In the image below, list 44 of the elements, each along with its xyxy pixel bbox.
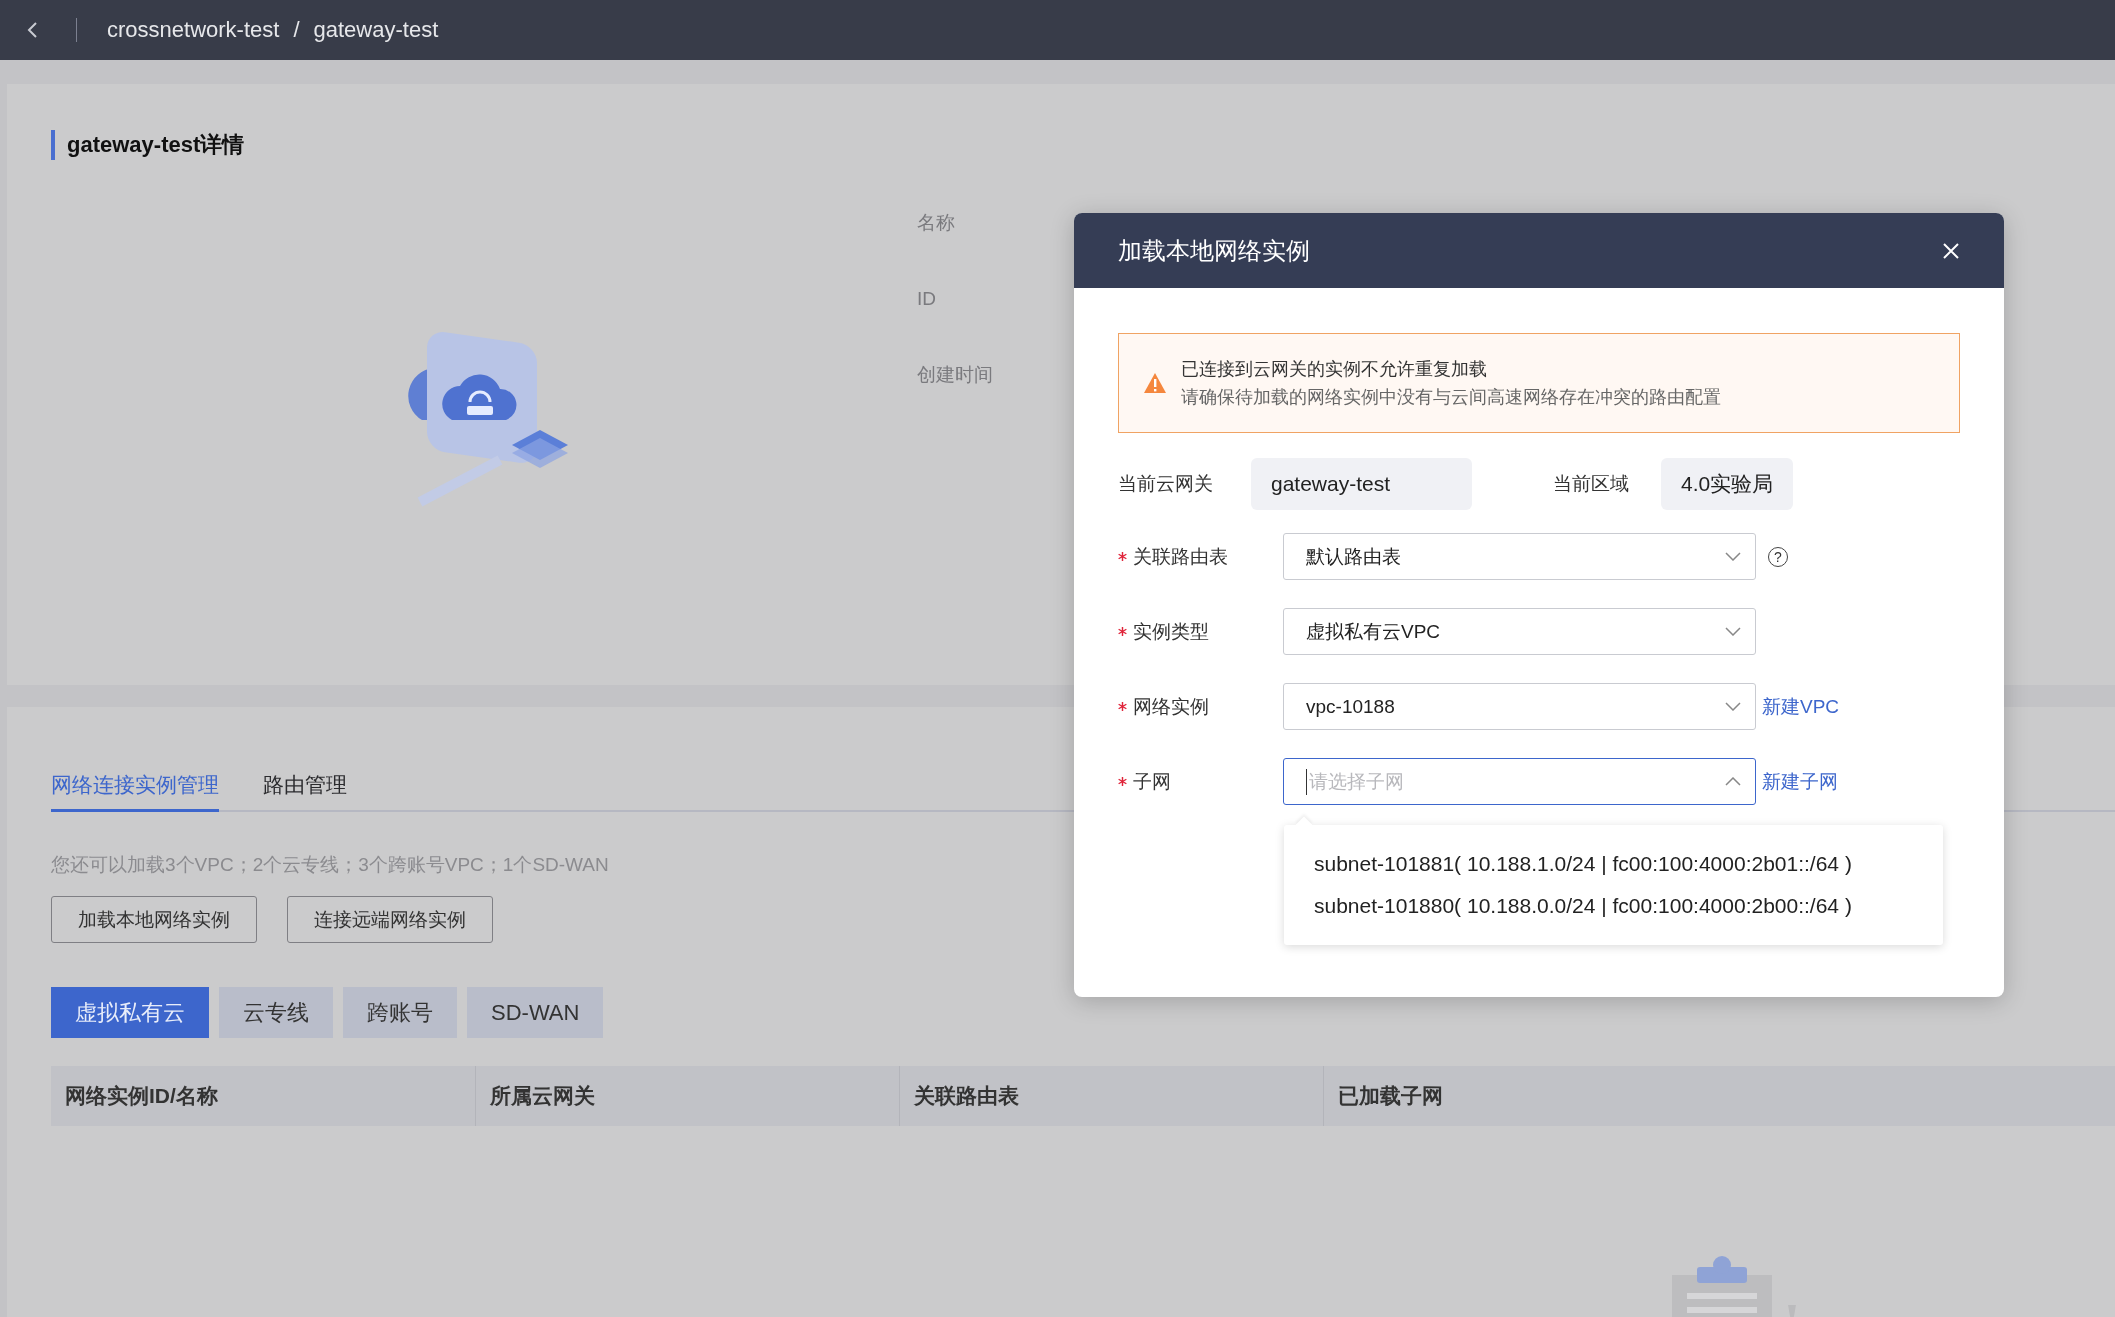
column-header: 网络实例ID/名称: [65, 1083, 218, 1109]
form-label: 关联路由表: [1133, 544, 1228, 569]
action-button[interactable]: 连接远端网络实例: [287, 896, 493, 943]
select-field[interactable]: vpc-10188: [1283, 683, 1756, 730]
alert-text: 已连接到云网关的实例不允许重复加载: [1181, 358, 1488, 381]
chevron-down-icon: [1725, 552, 1741, 561]
form-label: 网络实例: [1133, 694, 1209, 719]
form-label: 子网: [1133, 769, 1171, 794]
breadcrumb-item[interactable]: gateway-test: [313, 17, 439, 43]
form-label: 实例类型: [1133, 619, 1209, 644]
type-tab[interactable]: 云专线: [219, 987, 333, 1038]
breadcrumb-item[interactable]: crossnetwork-test: [107, 17, 280, 43]
chevron-down-icon: [1725, 702, 1741, 711]
create-link[interactable]: 新建VPC: [1762, 693, 1840, 720]
column-header: 所属云网关: [490, 1083, 595, 1109]
column-header: 已加载子网: [1338, 1083, 1443, 1109]
tab[interactable]: 路由管理: [263, 763, 347, 812]
type-tab[interactable]: SD-WAN: [467, 987, 604, 1038]
dropdown-option[interactable]: subnet-101880( 10.188.0.0/24 | fc00:100:4000:2b00::/64 ): [1314, 894, 1943, 918]
dropdown-option[interactable]: subnet-101881( 10.188.1.0/24 | fc00:100:4000:2b01::/64 ): [1314, 852, 1943, 876]
chevron-down-icon: [1725, 627, 1741, 636]
type-tab[interactable]: 跨账号: [343, 987, 457, 1038]
field-label: 创建时间: [917, 363, 993, 387]
create-link[interactable]: 新建子网: [1762, 768, 1838, 795]
type-tab[interactable]: 虚拟私有云: [51, 987, 209, 1038]
warning-icon: [1143, 372, 1167, 394]
column-header: 关联路由表: [914, 1083, 1019, 1109]
field-label: ID: [917, 288, 937, 310]
action-button[interactable]: 加载本地网络实例: [51, 896, 257, 943]
quota-text: 您还可以加载3个VPC；2个云专线；3个跨账号VPC；1个SD-WAN: [51, 853, 609, 877]
info-value: gateway-test: [1251, 458, 1472, 510]
info-label: 当前云网关: [1118, 472, 1214, 496]
detail-title: gateway-test详情: [51, 130, 245, 160]
select-field[interactable]: 虚拟私有云VPC: [1283, 608, 1756, 655]
select-field[interactable]: 默认路由表: [1283, 533, 1756, 580]
alert-text: 请确保待加载的网络实例中没有与云间高速网络存在冲突的路由配置: [1181, 386, 1721, 409]
breadcrumb-separator: /: [293, 17, 300, 43]
field-label: 名称: [917, 211, 956, 235]
chevron-up-icon: [1725, 777, 1741, 786]
info-value: 4.0实验局: [1661, 458, 1794, 510]
info-label: 当前区域: [1553, 472, 1630, 496]
dialog-title: 加载本地网络实例: [1118, 235, 1310, 266]
close-icon[interactable]: [1942, 241, 1960, 260]
back-icon[interactable]: [26, 20, 40, 40]
